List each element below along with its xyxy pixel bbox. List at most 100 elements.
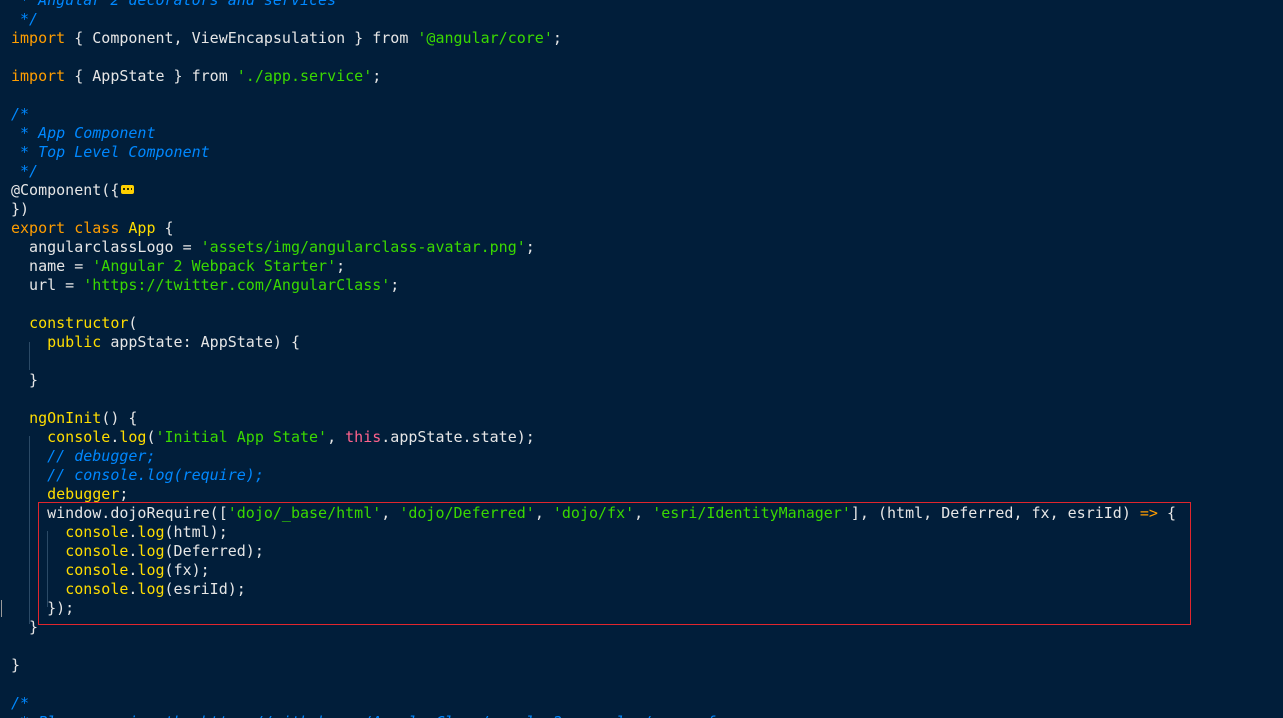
- code-line[interactable]: console.log(fx);: [11, 561, 210, 580]
- code-line[interactable]: console.log(html);: [11, 523, 228, 542]
- code-token: () {: [101, 409, 138, 427]
- code-editor[interactable]: * Angular 2 decorators and services */im…: [0, 0, 1283, 718]
- code-token: debugger: [47, 485, 120, 503]
- code-token: * App Component: [11, 124, 156, 142]
- code-token: { AppState }: [65, 67, 192, 85]
- code-line[interactable]: import { AppState } from './app.service'…: [11, 67, 381, 86]
- code-line[interactable]: console.log('Initial App State', this.ap…: [11, 428, 535, 447]
- code-token: log: [137, 542, 165, 560]
- code-line[interactable]: });: [11, 599, 74, 618]
- code-line[interactable]: name = 'Angular 2 Webpack Starter';: [11, 257, 345, 276]
- code-token: // console.log(require);: [47, 466, 264, 484]
- code-line[interactable]: // debugger;: [11, 447, 156, 466]
- code-line[interactable]: public appState: AppState) {: [11, 333, 300, 352]
- code-token: ,: [634, 504, 653, 522]
- code-token: 'esri/IdentityManager': [652, 504, 851, 522]
- code-token: */: [11, 10, 39, 28]
- code-token: });: [11, 599, 75, 617]
- code-line[interactable]: }: [11, 656, 20, 675]
- code-token: }: [11, 371, 39, 389]
- code-line[interactable]: * App Component: [11, 124, 156, 143]
- code-token: ;: [372, 67, 382, 85]
- code-token: log: [137, 523, 165, 541]
- code-line[interactable]: */: [11, 162, 38, 181]
- code-line[interactable]: /*: [11, 694, 29, 713]
- code-token: // debugger;: [47, 447, 156, 465]
- code-line[interactable]: }: [11, 371, 38, 390]
- code-line[interactable]: angularclassLogo = 'assets/img/angularcl…: [11, 238, 535, 257]
- code-token: ;: [390, 276, 400, 294]
- code-token: { Component, ViewEncapsulation }: [65, 29, 373, 47]
- code-token: class: [74, 219, 120, 237]
- code-token: /*: [11, 694, 30, 712]
- cursor-gutter-mark: [1, 600, 2, 617]
- code-token: * Please review the https://github.com/A…: [11, 713, 733, 718]
- code-line[interactable]: window.dojoRequire(['dojo/_base/html', '…: [11, 504, 1176, 523]
- fold-ellipsis-icon[interactable]: [121, 185, 135, 194]
- code-token: import: [11, 29, 66, 47]
- code-line[interactable]: }: [11, 618, 38, 637]
- code-line[interactable]: console.log(Deferred);: [11, 542, 264, 561]
- code-token: ,: [381, 504, 400, 522]
- code-token: .appState.state);: [381, 428, 535, 446]
- code-token: (: [128, 314, 138, 332]
- code-token: './app.service': [236, 67, 373, 85]
- code-token: appState: AppState) {: [101, 333, 300, 351]
- code-line[interactable]: constructor(: [11, 314, 137, 333]
- code-token: @Component({: [11, 181, 120, 199]
- code-token: }): [11, 200, 30, 218]
- code-token: 'dojo/Deferred': [399, 504, 535, 522]
- code-token: 'Initial App State': [155, 428, 328, 446]
- code-token: }: [11, 656, 21, 674]
- code-line[interactable]: url = 'https://twitter.com/AngularClass'…: [11, 276, 399, 295]
- code-line[interactable]: }): [11, 200, 29, 219]
- code-token: '@angular/core': [417, 29, 553, 47]
- code-token: ;: [119, 485, 129, 503]
- code-token: from: [372, 29, 409, 47]
- code-token: console: [47, 428, 111, 446]
- indent-guide: [29, 436, 30, 624]
- code-token: */: [11, 162, 39, 180]
- code-token: public: [47, 333, 102, 351]
- code-token: ;: [525, 238, 535, 256]
- code-token: name =: [11, 257, 93, 275]
- code-token: log: [137, 561, 165, 579]
- code-token: constructor: [29, 314, 129, 332]
- indent-guide: [29, 342, 30, 370]
- code-line[interactable]: /*: [11, 105, 29, 124]
- code-token: * Top Level Component: [11, 143, 210, 161]
- code-token: (html);: [164, 523, 228, 541]
- code-token: App: [128, 219, 156, 237]
- code-token: console: [65, 542, 129, 560]
- code-line[interactable]: */: [11, 10, 38, 29]
- code-token: * Angular 2 decorators and services: [11, 0, 337, 9]
- code-token: ], (html, Deferred, fx, esriId): [850, 504, 1140, 522]
- code-line[interactable]: import { Component, ViewEncapsulation } …: [11, 29, 562, 48]
- code-token: 'Angular 2 Webpack Starter': [92, 257, 337, 275]
- code-token: ,: [327, 428, 346, 446]
- code-token: {: [1157, 504, 1177, 522]
- code-token: window.dojoRequire([: [11, 504, 228, 522]
- code-token: {: [155, 219, 174, 237]
- code-token: /*: [11, 105, 30, 123]
- code-line[interactable]: export class App {: [11, 219, 174, 238]
- code-line[interactable]: @Component({: [11, 181, 135, 200]
- code-line[interactable]: // console.log(require);: [11, 466, 264, 485]
- code-line[interactable]: * Please review the https://github.com/A…: [11, 713, 733, 718]
- code-token: log: [137, 580, 165, 598]
- code-token: 'assets/img/angularclass-avatar.png': [200, 238, 526, 256]
- code-line[interactable]: * Angular 2 decorators and services: [11, 0, 336, 10]
- code-token: 'https://twitter.com/AngularClass': [83, 276, 391, 294]
- code-token: export: [11, 219, 66, 237]
- code-token: ;: [336, 257, 346, 275]
- code-line[interactable]: ngOnInit() {: [11, 409, 137, 428]
- code-token: ;: [552, 29, 562, 47]
- code-token: 'dojo/_base/html': [227, 504, 382, 522]
- code-line[interactable]: * Top Level Component: [11, 143, 210, 162]
- code-token: this: [345, 428, 382, 446]
